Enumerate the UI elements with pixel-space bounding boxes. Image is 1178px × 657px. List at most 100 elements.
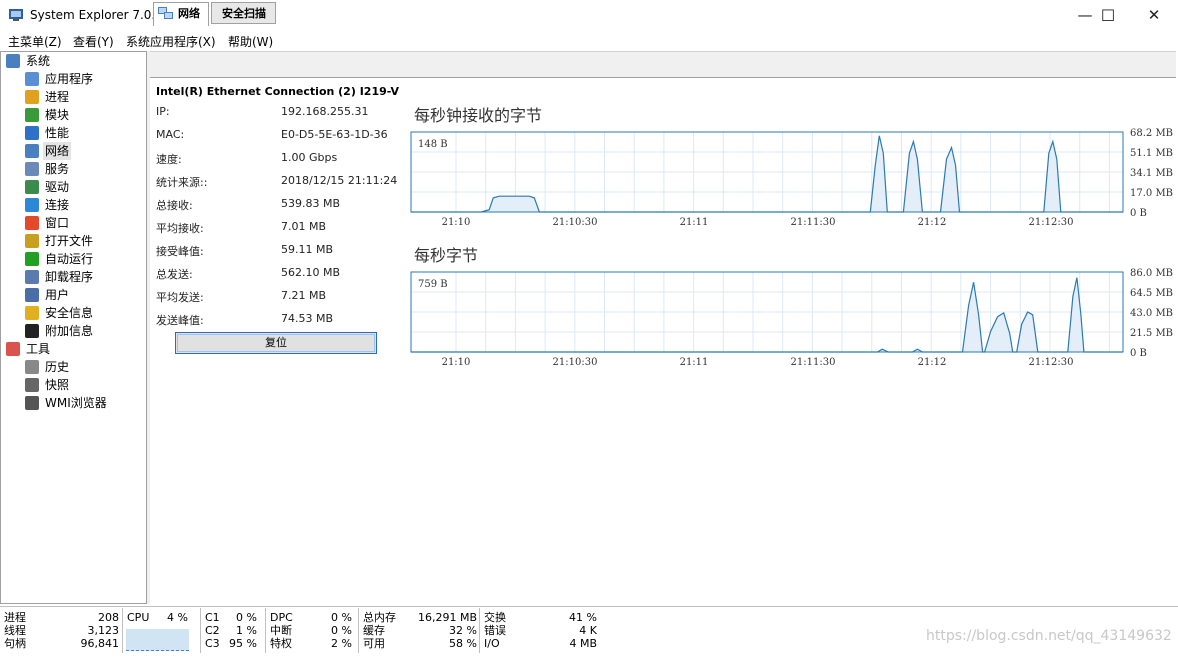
available-value: 58 % bbox=[449, 637, 477, 650]
processes-gear-icon bbox=[25, 90, 39, 104]
received-bytes-chart: 148 B 68.2 MB 51.1 MB 34.1 MB 17.0 MB 0 B 21:1… bbox=[410, 128, 1173, 228]
c2-value: 1 % bbox=[236, 624, 257, 637]
y-tick-label: 0 B bbox=[1130, 208, 1147, 219]
chart-title-received: 每秒钟接收的字节 bbox=[414, 106, 543, 125]
info-label: 平均发送: bbox=[156, 291, 204, 304]
menu-system-apps[interactable]: 系统应用程序(X) bbox=[126, 33, 216, 50]
info-label: IP: bbox=[156, 105, 170, 118]
windows-logo-icon bbox=[25, 216, 39, 230]
total-memory-label: 总内存 bbox=[363, 611, 396, 624]
tree-item-label: 卸载程序 bbox=[45, 270, 94, 284]
errors-label: 错误 bbox=[484, 624, 506, 637]
users-icon bbox=[25, 288, 39, 302]
history-clock-icon bbox=[25, 360, 39, 374]
y-tick-label: 64.5 MB bbox=[1130, 288, 1173, 299]
open-files-lock-icon bbox=[25, 234, 39, 248]
x-tick-label: 21:11:30 bbox=[791, 217, 836, 228]
x-tick-label: 21:10:30 bbox=[553, 217, 598, 228]
x-tick-label: 21:12 bbox=[918, 357, 947, 368]
total-memory-value: 16,291 MB bbox=[417, 611, 477, 624]
menu-view[interactable]: 查看(Y) bbox=[73, 33, 114, 50]
io-value: 4 MB bbox=[569, 637, 597, 650]
menu-help[interactable]: 帮助(W) bbox=[228, 33, 273, 50]
tab-strip bbox=[150, 52, 1176, 78]
x-tick-label: 21:10 bbox=[442, 357, 471, 368]
x-tick-label: 21:11 bbox=[680, 357, 709, 368]
adapter-name: Intel(R) Ethernet Connection (2) I219-V bbox=[156, 85, 400, 98]
tree-item-label: 安全信息 bbox=[45, 306, 94, 320]
tab-security-scan[interactable]: 安全扫描 bbox=[211, 2, 276, 24]
processes-label: 进程 bbox=[4, 611, 26, 624]
info-label: 接受峰值: bbox=[156, 245, 204, 258]
tree-item-label: 服务 bbox=[45, 162, 70, 176]
swap-label: 交换 bbox=[484, 611, 506, 624]
tree-item-label: 工具 bbox=[26, 342, 51, 356]
handles-value: 96,841 bbox=[80, 637, 120, 650]
info-label: 发送峰值: bbox=[156, 314, 204, 327]
available-label: 可用 bbox=[363, 637, 385, 650]
info-value: 2018/12/15 21:11:24 bbox=[281, 174, 398, 187]
c3-value: 95 % bbox=[229, 637, 257, 650]
status-cpu-panel: CPU 4 % bbox=[123, 608, 201, 653]
x-tick-label: 21:12:30 bbox=[1029, 357, 1074, 368]
info-label: 总接收: bbox=[156, 199, 193, 212]
menu-main[interactable]: 主菜单(Z) bbox=[8, 33, 62, 50]
status-memory-panel: 总内存 16,291 MB 缓存 32 % 可用 58 % bbox=[359, 608, 480, 653]
tree-item-label: 网络 bbox=[43, 142, 72, 160]
tree-item-label: 驱动 bbox=[45, 180, 70, 194]
network-icon bbox=[25, 144, 39, 158]
y-tick-label: 43.0 MB bbox=[1130, 308, 1173, 319]
autorun-arrow-icon bbox=[25, 252, 39, 266]
maximize-button[interactable]: ☐ bbox=[1085, 0, 1131, 31]
chart-title-bytes: 每秒字节 bbox=[414, 246, 479, 265]
info-label: 速度: bbox=[156, 153, 182, 166]
interrupt-value: 0 % bbox=[331, 624, 352, 637]
info-value: 7.21 MB bbox=[281, 289, 327, 302]
performance-icon bbox=[25, 126, 39, 140]
current-value-label: 759 B bbox=[418, 279, 448, 290]
c2-label: C2 bbox=[205, 624, 220, 637]
swap-value: 41 % bbox=[569, 611, 597, 624]
drivers-icon bbox=[25, 180, 39, 194]
info-icon bbox=[25, 324, 39, 338]
modules-icon bbox=[25, 108, 39, 122]
dpc-value: 0 % bbox=[331, 611, 352, 624]
tree-item-label: 连接 bbox=[45, 198, 70, 212]
status-swap-panel: 交换 41 % 错误 4 K I/O 4 MB bbox=[480, 608, 599, 653]
tree-item-label: 系统 bbox=[26, 54, 51, 68]
errors-value: 4 K bbox=[579, 624, 597, 637]
system-computer-icon bbox=[6, 54, 20, 68]
status-dpc-panel: DPC 0 % 中断 0 % 特权 2 % bbox=[266, 608, 359, 653]
tab-network-label: 网络 bbox=[178, 7, 200, 20]
y-tick-label: 86.0 MB bbox=[1130, 268, 1173, 279]
x-tick-label: 21:10:30 bbox=[553, 357, 598, 368]
cpu-usage-graph bbox=[126, 629, 189, 651]
close-button[interactable]: ✕ bbox=[1131, 0, 1177, 31]
info-value: 539.83 MB bbox=[281, 197, 341, 210]
tree-item-label: WMI浏览器 bbox=[45, 396, 107, 410]
status-process-panel: 进程 208 线程 3,123 句柄 96,841 bbox=[0, 608, 123, 653]
tree-item-label: 附加信息 bbox=[45, 324, 94, 338]
tree-item-label: 打开文件 bbox=[45, 234, 94, 248]
privileged-value: 2 % bbox=[331, 637, 352, 650]
y-tick-label: 21.5 MB bbox=[1130, 328, 1173, 339]
bytes-per-second-chart: 759 B 86.0 MB 64.5 MB 43.0 MB 21.5 MB 0 B 21:1… bbox=[410, 268, 1173, 368]
x-tick-label: 21:10 bbox=[442, 217, 471, 228]
tab-security-label: 安全扫描 bbox=[222, 7, 266, 20]
reset-button[interactable]: 复位 bbox=[175, 332, 377, 354]
dpc-label: DPC bbox=[270, 611, 293, 624]
y-tick-label: 17.0 MB bbox=[1130, 188, 1173, 199]
info-label: 统计来源:: bbox=[156, 176, 208, 189]
wmi-browser-icon bbox=[25, 396, 39, 410]
threads-label: 线程 bbox=[4, 624, 26, 637]
applications-icon bbox=[25, 72, 39, 86]
y-tick-label: 34.1 MB bbox=[1130, 168, 1173, 179]
connections-globe-icon bbox=[25, 198, 39, 212]
c3-label: C3 bbox=[205, 637, 220, 650]
services-icon bbox=[25, 162, 39, 176]
tree-item-label: 快照 bbox=[45, 378, 70, 392]
tab-network[interactable]: 网络 bbox=[153, 2, 209, 26]
interrupt-label: 中断 bbox=[270, 624, 292, 637]
cpu-label: CPU bbox=[127, 611, 150, 624]
security-shield-icon bbox=[25, 306, 39, 320]
